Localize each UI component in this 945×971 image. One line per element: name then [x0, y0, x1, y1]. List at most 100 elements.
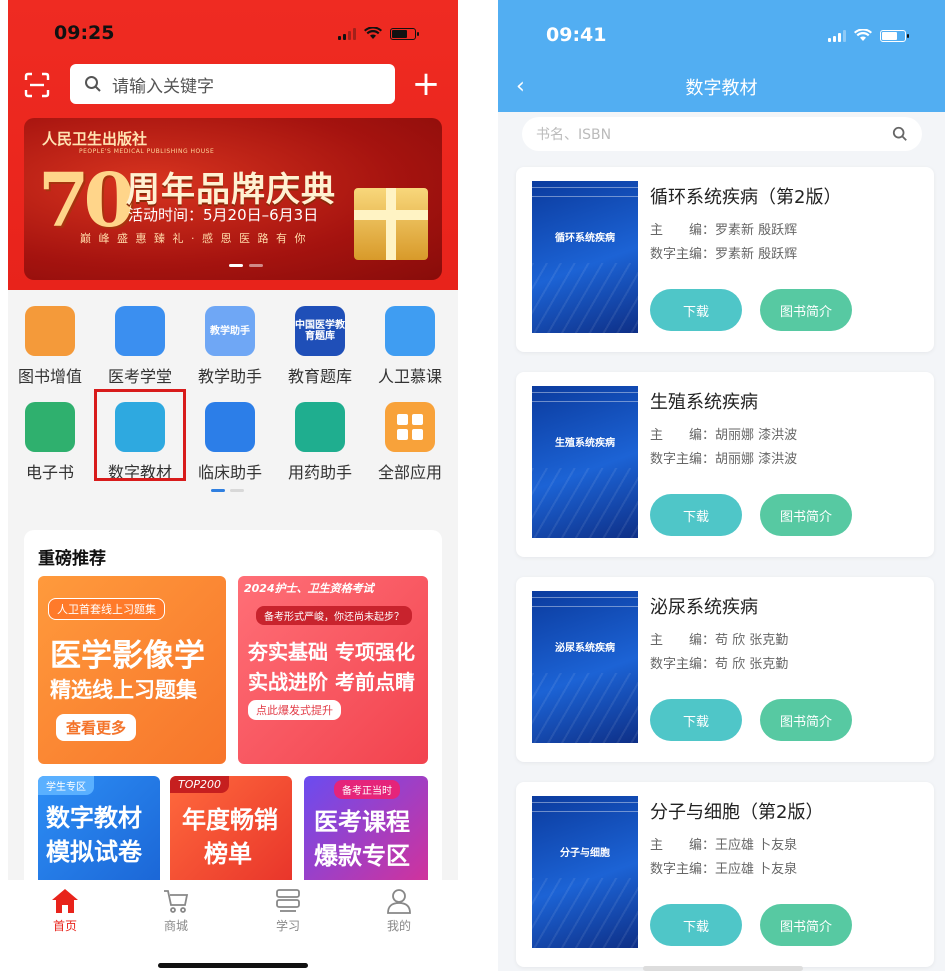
tab-mall[interactable]: 商城	[141, 888, 211, 934]
question-bank-icon: 中国医学教育题库	[295, 306, 345, 356]
book-cover: 生殖系统疾病	[532, 386, 638, 538]
cover-title: 泌尿系统疾病	[555, 643, 615, 654]
app-label: 电子书	[25, 463, 74, 482]
book-editor: 主 编：罗素新 殷跃辉	[650, 223, 798, 238]
book-intro-button[interactable]: 图书简介	[760, 699, 852, 741]
banner-pager	[229, 264, 263, 267]
book-search-bar[interactable]: 书名、ISBN	[522, 117, 922, 151]
bottom-tab-bar: 首页 商城 学习 我的	[8, 880, 458, 971]
promo-tile-exam-course[interactable]: 备考正当时 医考课程 爆款专区	[304, 776, 428, 886]
tab-label: 我的	[386, 919, 411, 933]
app-label: 教育题库	[287, 367, 352, 386]
profile-icon	[387, 889, 411, 914]
app-all-apps[interactable]: 全部应用	[370, 402, 450, 483]
book-card[interactable]: 分子与细胞 分子与细胞（第2版） 主 编：王应雄 卜友泉 数字主编：王应雄 卜友…	[516, 782, 934, 967]
app-label: 临床助手	[197, 463, 262, 482]
section-title: 重磅推荐	[38, 549, 106, 569]
tile-line1: 数字教材	[46, 804, 142, 832]
tab-profile[interactable]: 我的	[364, 888, 434, 934]
status-time: 09:25	[54, 22, 115, 44]
recommend-section: 重磅推荐 人卫首套线上习题集 医学影像学 精选线上习题集 查看更多 2024护士…	[24, 530, 442, 890]
wifi-icon	[854, 29, 872, 42]
book-digital-editor: 数字主编：罗素新 殷跃辉	[650, 247, 798, 262]
download-button[interactable]: 下载	[650, 904, 742, 946]
page-title: 数字教材	[685, 78, 758, 99]
promo-banner[interactable]: 人民卫生出版社 PEOPLE'S MEDICAL PUBLISHING HOUS…	[24, 118, 442, 280]
mooc-icon	[385, 306, 435, 356]
app-mooc[interactable]: 人卫慕课	[370, 306, 450, 387]
tab-label: 学习	[275, 919, 300, 933]
tile-tag: 备考正当时	[334, 780, 400, 799]
app-medication-assistant[interactable]: 用药助手	[280, 402, 360, 483]
book-card[interactable]: 循环系统疾病 循环系统疾病（第2版） 主 编：罗素新 殷跃辉 数字主编：罗素新 …	[516, 167, 934, 352]
book-card[interactable]: 生殖系统疾病 生殖系统疾病 主 编：胡丽娜 漆洪波 数字主编：胡丽娜 漆洪波 下…	[516, 372, 934, 557]
status-icons	[828, 29, 909, 42]
download-button[interactable]: 下载	[650, 289, 742, 331]
book-title: 生殖系统疾病	[650, 392, 758, 413]
book-intro-button[interactable]: 图书简介	[760, 289, 852, 331]
app-book-value[interactable]: 图书增值	[10, 306, 90, 387]
status-icons	[338, 27, 419, 40]
ebook-icon	[25, 402, 75, 452]
app-label: 图书增值	[17, 367, 82, 386]
home-icon	[52, 889, 78, 913]
book-intro-button[interactable]: 图书简介	[760, 904, 852, 946]
tile-line1: 医学影像学	[50, 638, 205, 674]
app-exam-school[interactable]: 医考学堂	[100, 306, 180, 387]
battery-icon	[880, 29, 909, 42]
medication-assistant-icon	[295, 402, 345, 452]
book-title: 循环系统疾病（第2版）	[650, 187, 842, 208]
promo-tile-nurse-exam[interactable]: 2024护士、卫生资格考试 备考形式严峻，你还尚未起步？ 夯实基础 专项强化 实…	[238, 576, 428, 764]
banner-slogan: 巅 峰 盛 惠 臻 礼 · 感 恩 医 路 有 你	[80, 232, 308, 245]
book-digital-editor: 数字主编：王应雄 卜友泉	[650, 862, 798, 877]
app-label: 用药助手	[287, 463, 352, 482]
tile-line1: 年度畅销	[182, 806, 278, 834]
app-ebook[interactable]: 电子书	[10, 402, 90, 483]
download-button[interactable]: 下载	[650, 494, 742, 536]
status-time: 09:41	[546, 24, 607, 46]
tile-line2: 实战进阶 考前点睛	[248, 670, 415, 694]
app-question-bank[interactable]: 中国医学教育题库 教育题库	[280, 306, 360, 387]
search-bar[interactable]: 请输入关键字	[70, 64, 395, 104]
tile-cta: 查看更多	[56, 714, 137, 741]
app-label: 全部应用	[377, 463, 442, 482]
tile-tag: 人卫首套线上习题集	[48, 598, 165, 620]
book-value-icon	[25, 306, 75, 356]
app-label: 医考学堂	[107, 367, 172, 386]
cart-icon	[164, 890, 189, 913]
promo-tile-bestseller[interactable]: TOP200 年度畅销 榜单	[170, 776, 292, 886]
search-icon[interactable]	[892, 126, 908, 142]
home-indicator	[158, 963, 308, 968]
book-digital-editor: 数字主编：胡丽娜 漆洪波	[650, 452, 798, 467]
add-icon[interactable]: +	[410, 64, 442, 104]
study-icon	[276, 889, 300, 912]
banner-date: 活动时间：5月20日–6月3日	[128, 206, 319, 224]
clinical-assistant-icon	[205, 402, 255, 452]
home-screen: 09:25 请输入关键字 + 人民卫生出版社 PEOPLE'S MEDICAL …	[8, 0, 458, 971]
tab-study[interactable]: 学习	[253, 888, 323, 934]
app-clinical-assistant[interactable]: 临床助手	[190, 402, 270, 483]
tile-line2: 精选线上习题集	[50, 678, 197, 702]
search-icon	[85, 76, 101, 92]
book-cover: 循环系统疾病	[532, 181, 638, 333]
book-title: 分子与细胞（第2版）	[650, 802, 824, 823]
home-indicator	[643, 966, 803, 971]
search-placeholder: 请输入关键字	[112, 76, 214, 97]
promo-tile-imaging[interactable]: 人卫首套线上习题集 医学影像学 精选线上习题集 查看更多	[38, 576, 226, 764]
battery-icon	[390, 27, 419, 40]
scan-icon[interactable]	[24, 72, 50, 98]
book-intro-button[interactable]: 图书简介	[760, 494, 852, 536]
publisher-name-en: PEOPLE'S MEDICAL PUBLISHING HOUSE	[79, 148, 215, 155]
tab-label: 首页	[52, 919, 77, 933]
app-label: 人卫慕课	[377, 367, 442, 386]
promo-tile-digital-textbook[interactable]: 学生专区 数字教材 模拟试卷	[38, 776, 160, 886]
tab-home[interactable]: 首页	[30, 888, 100, 934]
cover-title: 循环系统疾病	[555, 233, 615, 244]
tile-line2: 模拟试卷	[46, 838, 142, 866]
app-teaching-assistant[interactable]: 教学助手 教学助手	[190, 306, 270, 387]
book-card[interactable]: 泌尿系统疾病 泌尿系统疾病 主 编：苟 欣 张克勤 数字主编：苟 欣 张克勤 下…	[516, 577, 934, 762]
wifi-icon	[364, 27, 382, 40]
signal-icon	[338, 27, 356, 40]
download-button[interactable]: 下载	[650, 699, 742, 741]
tile-line1: 夯实基础 专项强化	[248, 640, 415, 664]
